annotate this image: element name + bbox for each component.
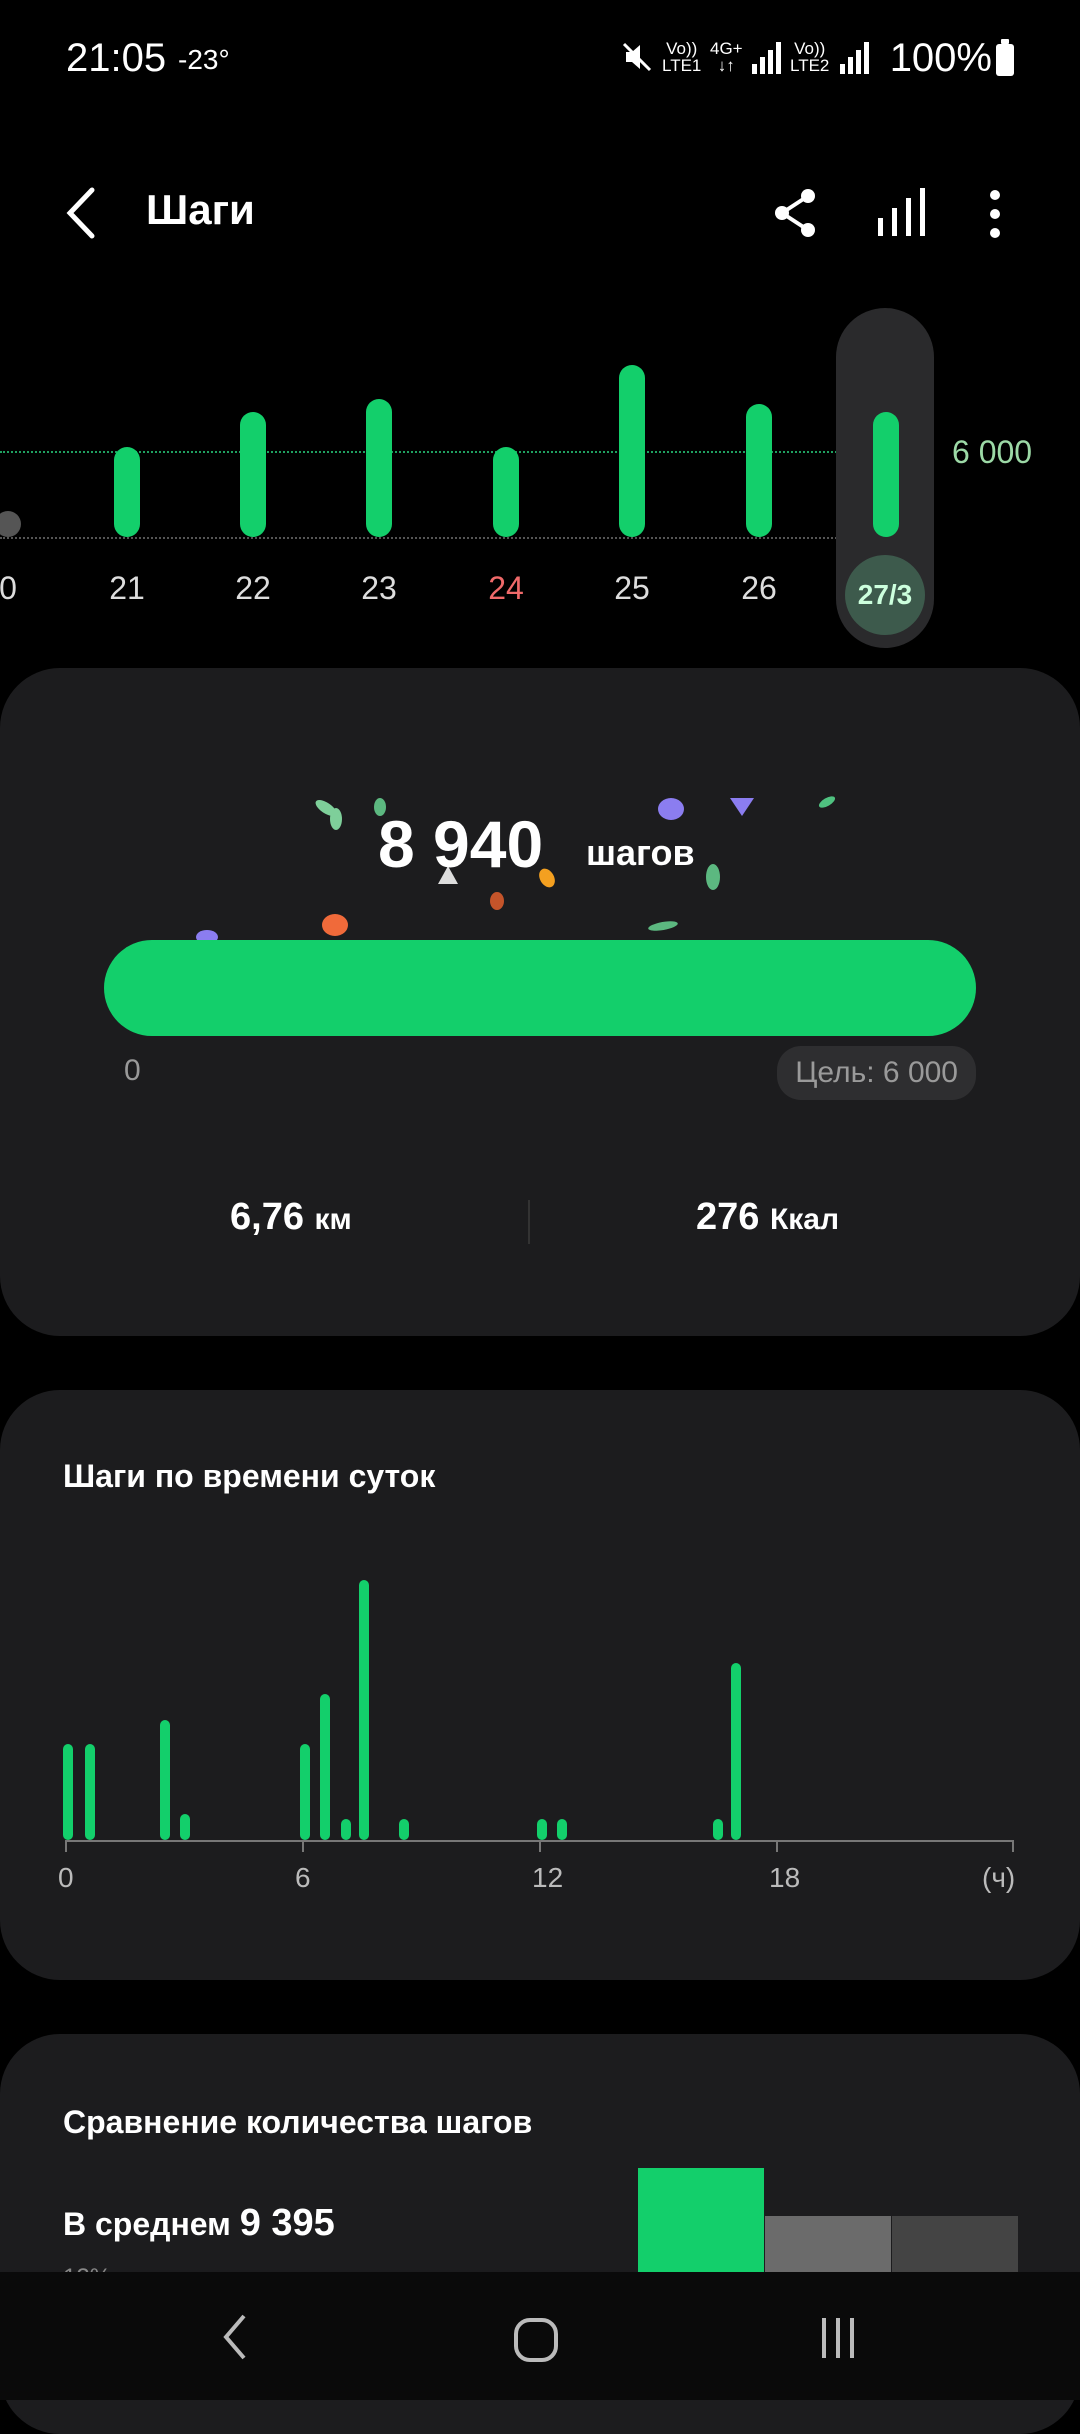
comparison-title: Сравнение количества шагов bbox=[63, 2104, 533, 2140]
hourly-bar bbox=[536, 1819, 547, 1840]
hourly-bar bbox=[299, 1743, 310, 1840]
hourly-bar bbox=[62, 1743, 73, 1840]
steps-unit: шагов bbox=[586, 832, 695, 873]
signal-icon-2 bbox=[840, 42, 869, 74]
navigation-bar bbox=[0, 2272, 1080, 2400]
signal-icon bbox=[752, 42, 781, 74]
week-day-label[interactable]: 23 bbox=[339, 570, 419, 607]
goal-chip: Цель: 6 000 bbox=[777, 1046, 976, 1100]
progress-bar bbox=[104, 940, 976, 1036]
comparison-bar-average bbox=[765, 2216, 891, 2272]
calories-unit: Ккал bbox=[769, 1203, 840, 1236]
week-bar-21[interactable] bbox=[114, 446, 140, 537]
baseline bbox=[0, 537, 840, 539]
hourly-bar bbox=[319, 1694, 330, 1840]
distance-unit: км bbox=[314, 1203, 352, 1236]
page-title: Шаги bbox=[146, 186, 255, 233]
network-type: 4G+ ↓↑ bbox=[710, 39, 743, 75]
hourly-tick bbox=[776, 1840, 778, 1852]
hourly-bar bbox=[730, 1663, 741, 1840]
hourly-bar bbox=[179, 1814, 190, 1840]
mute-icon bbox=[622, 42, 652, 72]
week-bar-26[interactable] bbox=[746, 403, 772, 537]
week-bar-24[interactable] bbox=[493, 446, 519, 537]
hourly-bar bbox=[159, 1720, 170, 1840]
hourly-bar bbox=[712, 1819, 723, 1840]
week-bar-27-3[interactable] bbox=[873, 412, 899, 537]
comparison-bar-other bbox=[892, 2216, 1018, 2272]
week-bar-0[interactable] bbox=[0, 511, 21, 537]
hourly-tick-label: 18 bbox=[769, 1862, 801, 1893]
share-icon[interactable] bbox=[772, 188, 818, 238]
hourly-tick bbox=[302, 1840, 304, 1852]
hourly-tick bbox=[539, 1840, 541, 1852]
week-bar-25[interactable] bbox=[619, 365, 645, 537]
chart-view-icon[interactable] bbox=[876, 188, 926, 238]
hourly-title: Шаги по времени суток bbox=[63, 1458, 436, 1494]
nav-home-icon[interactable] bbox=[512, 2316, 560, 2364]
distance-stat: 6,76 км bbox=[230, 1196, 352, 1239]
goal-value-label: 6 000 bbox=[952, 434, 1033, 470]
nav-back-icon[interactable] bbox=[220, 2312, 250, 2362]
back-icon[interactable] bbox=[62, 186, 102, 240]
selected-day-chip[interactable]: 27/3 bbox=[845, 555, 925, 635]
week-day-label[interactable]: 26 bbox=[719, 570, 799, 607]
sim1-label: Vo)) LTE1 bbox=[662, 39, 702, 75]
stat-divider bbox=[528, 1200, 530, 1244]
hourly-tick bbox=[65, 1840, 67, 1852]
week-day-label[interactable]: 22 bbox=[213, 570, 293, 607]
progress-start-label: 0 bbox=[124, 1054, 141, 1087]
comparison-bar-me bbox=[638, 2168, 764, 2272]
more-options-icon[interactable] bbox=[984, 190, 1006, 240]
hourly-tick-label: (ч) bbox=[982, 1862, 1016, 1893]
calories-value: 276 bbox=[696, 1196, 760, 1238]
nav-recents-icon[interactable] bbox=[818, 2316, 860, 2360]
week-day-label[interactable]: 24 bbox=[466, 570, 546, 607]
distance-value: 6,76 bbox=[230, 1196, 304, 1238]
hourly-bar bbox=[341, 1819, 352, 1840]
week-bar-22[interactable] bbox=[240, 412, 266, 537]
hourly-bar bbox=[84, 1743, 95, 1840]
week-bar-23[interactable] bbox=[366, 399, 392, 537]
hourly-tick bbox=[1012, 1840, 1014, 1852]
hourly-tick-label: 6 bbox=[295, 1862, 311, 1893]
hourly-bar bbox=[398, 1819, 409, 1840]
hourly-bar bbox=[359, 1580, 370, 1840]
clock: 21:05 bbox=[66, 36, 167, 80]
hourly-tick-label: 0 bbox=[58, 1862, 74, 1893]
week-day-label[interactable]: 25 bbox=[592, 570, 672, 607]
average-value: 9 395 bbox=[239, 2202, 335, 2244]
average-label: В среднем bbox=[63, 2206, 231, 2242]
temperature: -23° bbox=[178, 44, 230, 75]
steps-count: 8 940 bbox=[378, 807, 544, 881]
calories-stat: 276 Ккал bbox=[696, 1196, 839, 1239]
hourly-bar bbox=[556, 1819, 567, 1840]
battery-percent: 100% bbox=[889, 36, 992, 80]
average-row: В среднем 9 395 bbox=[63, 2202, 335, 2245]
week-day-label[interactable]: 21 bbox=[87, 570, 167, 607]
week-day-label[interactable]: 0 bbox=[0, 570, 48, 607]
status-bar: 21:05 -23° Vo)) LTE1 4G+ ↓↑ Vo)) LTE2 100% bbox=[0, 0, 1080, 120]
sim2-label: Vo)) LTE2 bbox=[790, 39, 830, 75]
battery-icon bbox=[996, 39, 1014, 76]
hourly-tick-label: 12 bbox=[532, 1862, 564, 1893]
